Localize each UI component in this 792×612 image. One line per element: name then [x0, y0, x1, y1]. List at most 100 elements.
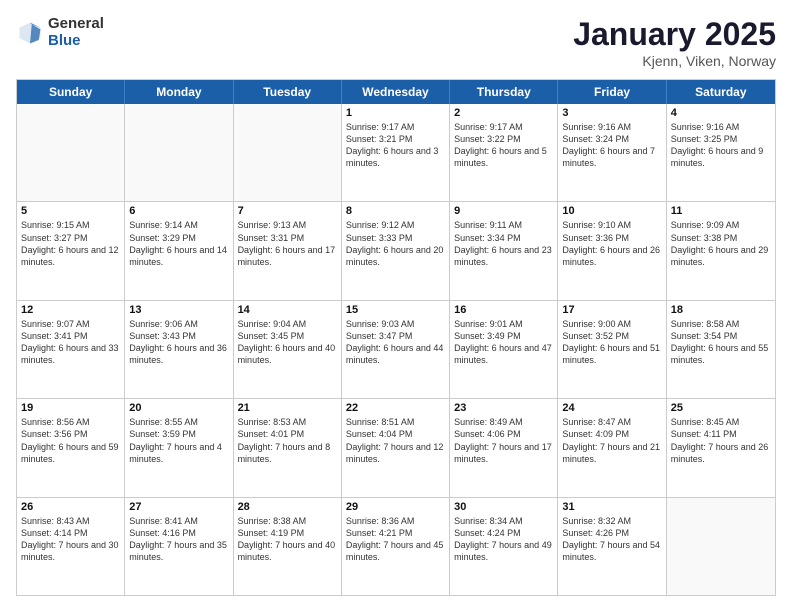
calendar-week: 26Sunrise: 8:43 AM Sunset: 4:14 PM Dayli…	[17, 498, 775, 595]
day-info: Sunrise: 8:45 AM Sunset: 4:11 PM Dayligh…	[671, 416, 771, 465]
day-cell: 14 Sunrise: 9:04 AM Sunset: 3:45 PM Dayli…	[234, 301, 342, 398]
day-number: 2	[454, 107, 553, 119]
empty-cell	[125, 104, 233, 201]
day-info: Sunrise: 9:17 AM Sunset: 3:22 PM Dayligh…	[454, 121, 553, 170]
day-cell: 13 Sunrise: 9:06 AM Sunset: 3:43 PM Dayli…	[125, 301, 233, 398]
logo-icon	[16, 19, 44, 47]
day-cell: 27 Sunrise: 8:41 AM Sunset: 4:16 PM Dayli…	[125, 498, 233, 595]
calendar-title: January 2025	[573, 16, 776, 53]
day-cell: 1 Sunrise: 9:17 AM Sunset: 3:21 PM Daylig…	[342, 104, 450, 201]
day-cell: 30Sunrise: 8:34 AM Sunset: 4:24 PM Dayli…	[450, 498, 558, 595]
day-info: Sunrise: 8:53 AM Sunset: 4:01 PM Dayligh…	[238, 416, 337, 465]
page: General Blue January 2025 Kjenn, Viken, …	[0, 0, 792, 612]
day-info: Sunrise: 9:16 AM Sunset: 3:25 PM Dayligh…	[671, 121, 771, 170]
day-info: Sunrise: 9:01 AM Sunset: 3:49 PM Dayligh…	[454, 318, 553, 367]
logo: General Blue	[16, 16, 104, 49]
calendar-week: 1 Sunrise: 9:17 AM Sunset: 3:21 PM Daylig…	[17, 104, 775, 202]
day-info: Sunrise: 9:04 AM Sunset: 3:45 PM Dayligh…	[238, 318, 337, 367]
weekday-header: Tuesday	[234, 80, 342, 104]
weekday-header: Friday	[558, 80, 666, 104]
empty-cell	[667, 498, 775, 595]
title-block: January 2025 Kjenn, Viken, Norway	[573, 16, 776, 69]
day-info: Sunrise: 9:13 AM Sunset: 3:31 PM Dayligh…	[238, 219, 337, 268]
day-number: 9	[454, 205, 553, 217]
empty-cell	[234, 104, 342, 201]
day-info: Sunrise: 8:38 AM Sunset: 4:19 PM Dayligh…	[238, 515, 337, 564]
day-info: Sunrise: 8:36 AM Sunset: 4:21 PM Dayligh…	[346, 515, 445, 564]
day-info: Sunrise: 8:55 AM Sunset: 3:59 PM Dayligh…	[129, 416, 228, 465]
day-number: 31	[562, 501, 661, 513]
day-number: 4	[671, 107, 771, 119]
day-number: 8	[346, 205, 445, 217]
day-number: 12	[21, 304, 120, 316]
day-info: Sunrise: 8:58 AM Sunset: 3:54 PM Dayligh…	[671, 318, 771, 367]
day-number: 27	[129, 501, 228, 513]
day-info: Sunrise: 8:51 AM Sunset: 4:04 PM Dayligh…	[346, 416, 445, 465]
day-number: 11	[671, 205, 771, 217]
day-cell: 16 Sunrise: 9:01 AM Sunset: 3:49 PM Dayli…	[450, 301, 558, 398]
day-info: Sunrise: 8:47 AM Sunset: 4:09 PM Dayligh…	[562, 416, 661, 465]
day-number: 15	[346, 304, 445, 316]
day-cell: 24Sunrise: 8:47 AM Sunset: 4:09 PM Dayli…	[558, 399, 666, 496]
day-number: 28	[238, 501, 337, 513]
day-number: 25	[671, 402, 771, 414]
day-info: Sunrise: 9:11 AM Sunset: 3:34 PM Dayligh…	[454, 219, 553, 268]
day-cell: 19Sunrise: 8:56 AM Sunset: 3:56 PM Dayli…	[17, 399, 125, 496]
day-number: 13	[129, 304, 228, 316]
day-cell: 20 Sunrise: 8:55 AM Sunset: 3:59 PM Dayli…	[125, 399, 233, 496]
logo-blue: Blue	[48, 33, 104, 50]
day-number: 18	[671, 304, 771, 316]
day-number: 5	[21, 205, 120, 217]
logo-text: General Blue	[48, 16, 104, 49]
day-number: 10	[562, 205, 661, 217]
weekday-header: Thursday	[450, 80, 558, 104]
weekday-header: Monday	[125, 80, 233, 104]
day-number: 7	[238, 205, 337, 217]
day-cell: 26Sunrise: 8:43 AM Sunset: 4:14 PM Dayli…	[17, 498, 125, 595]
empty-cell	[17, 104, 125, 201]
day-info: Sunrise: 8:41 AM Sunset: 4:16 PM Dayligh…	[129, 515, 228, 564]
day-info: Sunrise: 9:06 AM Sunset: 3:43 PM Dayligh…	[129, 318, 228, 367]
day-cell: 10 Sunrise: 9:10 AM Sunset: 3:36 PM Dayli…	[558, 202, 666, 299]
day-number: 3	[562, 107, 661, 119]
calendar-body: 1 Sunrise: 9:17 AM Sunset: 3:21 PM Daylig…	[17, 104, 775, 595]
day-info: Sunrise: 8:32 AM Sunset: 4:26 PM Dayligh…	[562, 515, 661, 564]
day-number: 21	[238, 402, 337, 414]
weekday-header: Saturday	[667, 80, 775, 104]
day-info: Sunrise: 9:16 AM Sunset: 3:24 PM Dayligh…	[562, 121, 661, 170]
day-info: Sunrise: 9:07 AM Sunset: 3:41 PM Dayligh…	[21, 318, 120, 367]
day-cell: 2 Sunrise: 9:17 AM Sunset: 3:22 PM Daylig…	[450, 104, 558, 201]
day-cell: 23Sunrise: 8:49 AM Sunset: 4:06 PM Dayli…	[450, 399, 558, 496]
calendar: SundayMondayTuesdayWednesdayThursdayFrid…	[16, 79, 776, 596]
day-cell: 21 Sunrise: 8:53 AM Sunset: 4:01 PM Dayli…	[234, 399, 342, 496]
day-number: 14	[238, 304, 337, 316]
day-info: Sunrise: 9:14 AM Sunset: 3:29 PM Dayligh…	[129, 219, 228, 268]
day-number: 20	[129, 402, 228, 414]
day-number: 22	[346, 402, 445, 414]
header: General Blue January 2025 Kjenn, Viken, …	[16, 16, 776, 69]
day-number: 16	[454, 304, 553, 316]
day-info: Sunrise: 9:10 AM Sunset: 3:36 PM Dayligh…	[562, 219, 661, 268]
day-cell: 15 Sunrise: 9:03 AM Sunset: 3:47 PM Dayli…	[342, 301, 450, 398]
day-cell: 12 Sunrise: 9:07 AM Sunset: 3:41 PM Dayli…	[17, 301, 125, 398]
day-info: Sunrise: 8:34 AM Sunset: 4:24 PM Dayligh…	[454, 515, 553, 564]
day-cell: 7 Sunrise: 9:13 AM Sunset: 3:31 PM Daylig…	[234, 202, 342, 299]
day-cell: 6Sunrise: 9:14 AM Sunset: 3:29 PM Daylig…	[125, 202, 233, 299]
day-cell: 18 Sunrise: 8:58 AM Sunset: 3:54 PM Dayli…	[667, 301, 775, 398]
day-cell: 4 Sunrise: 9:16 AM Sunset: 3:25 PM Daylig…	[667, 104, 775, 201]
day-cell: 9 Sunrise: 9:11 AM Sunset: 3:34 PM Daylig…	[450, 202, 558, 299]
calendar-header-row: SundayMondayTuesdayWednesdayThursdayFrid…	[17, 80, 775, 104]
day-info: Sunrise: 8:43 AM Sunset: 4:14 PM Dayligh…	[21, 515, 120, 564]
day-info: Sunrise: 8:49 AM Sunset: 4:06 PM Dayligh…	[454, 416, 553, 465]
day-info: Sunrise: 9:09 AM Sunset: 3:38 PM Dayligh…	[671, 219, 771, 268]
day-cell: 11 Sunrise: 9:09 AM Sunset: 3:38 PM Dayli…	[667, 202, 775, 299]
weekday-header: Sunday	[17, 80, 125, 104]
day-info: Sunrise: 9:03 AM Sunset: 3:47 PM Dayligh…	[346, 318, 445, 367]
day-number: 29	[346, 501, 445, 513]
day-cell: 5Sunrise: 9:15 AM Sunset: 3:27 PM Daylig…	[17, 202, 125, 299]
day-info: Sunrise: 9:12 AM Sunset: 3:33 PM Dayligh…	[346, 219, 445, 268]
day-info: Sunrise: 8:56 AM Sunset: 3:56 PM Dayligh…	[21, 416, 120, 465]
day-cell: 3 Sunrise: 9:16 AM Sunset: 3:24 PM Daylig…	[558, 104, 666, 201]
day-info: Sunrise: 9:17 AM Sunset: 3:21 PM Dayligh…	[346, 121, 445, 170]
day-number: 1	[346, 107, 445, 119]
